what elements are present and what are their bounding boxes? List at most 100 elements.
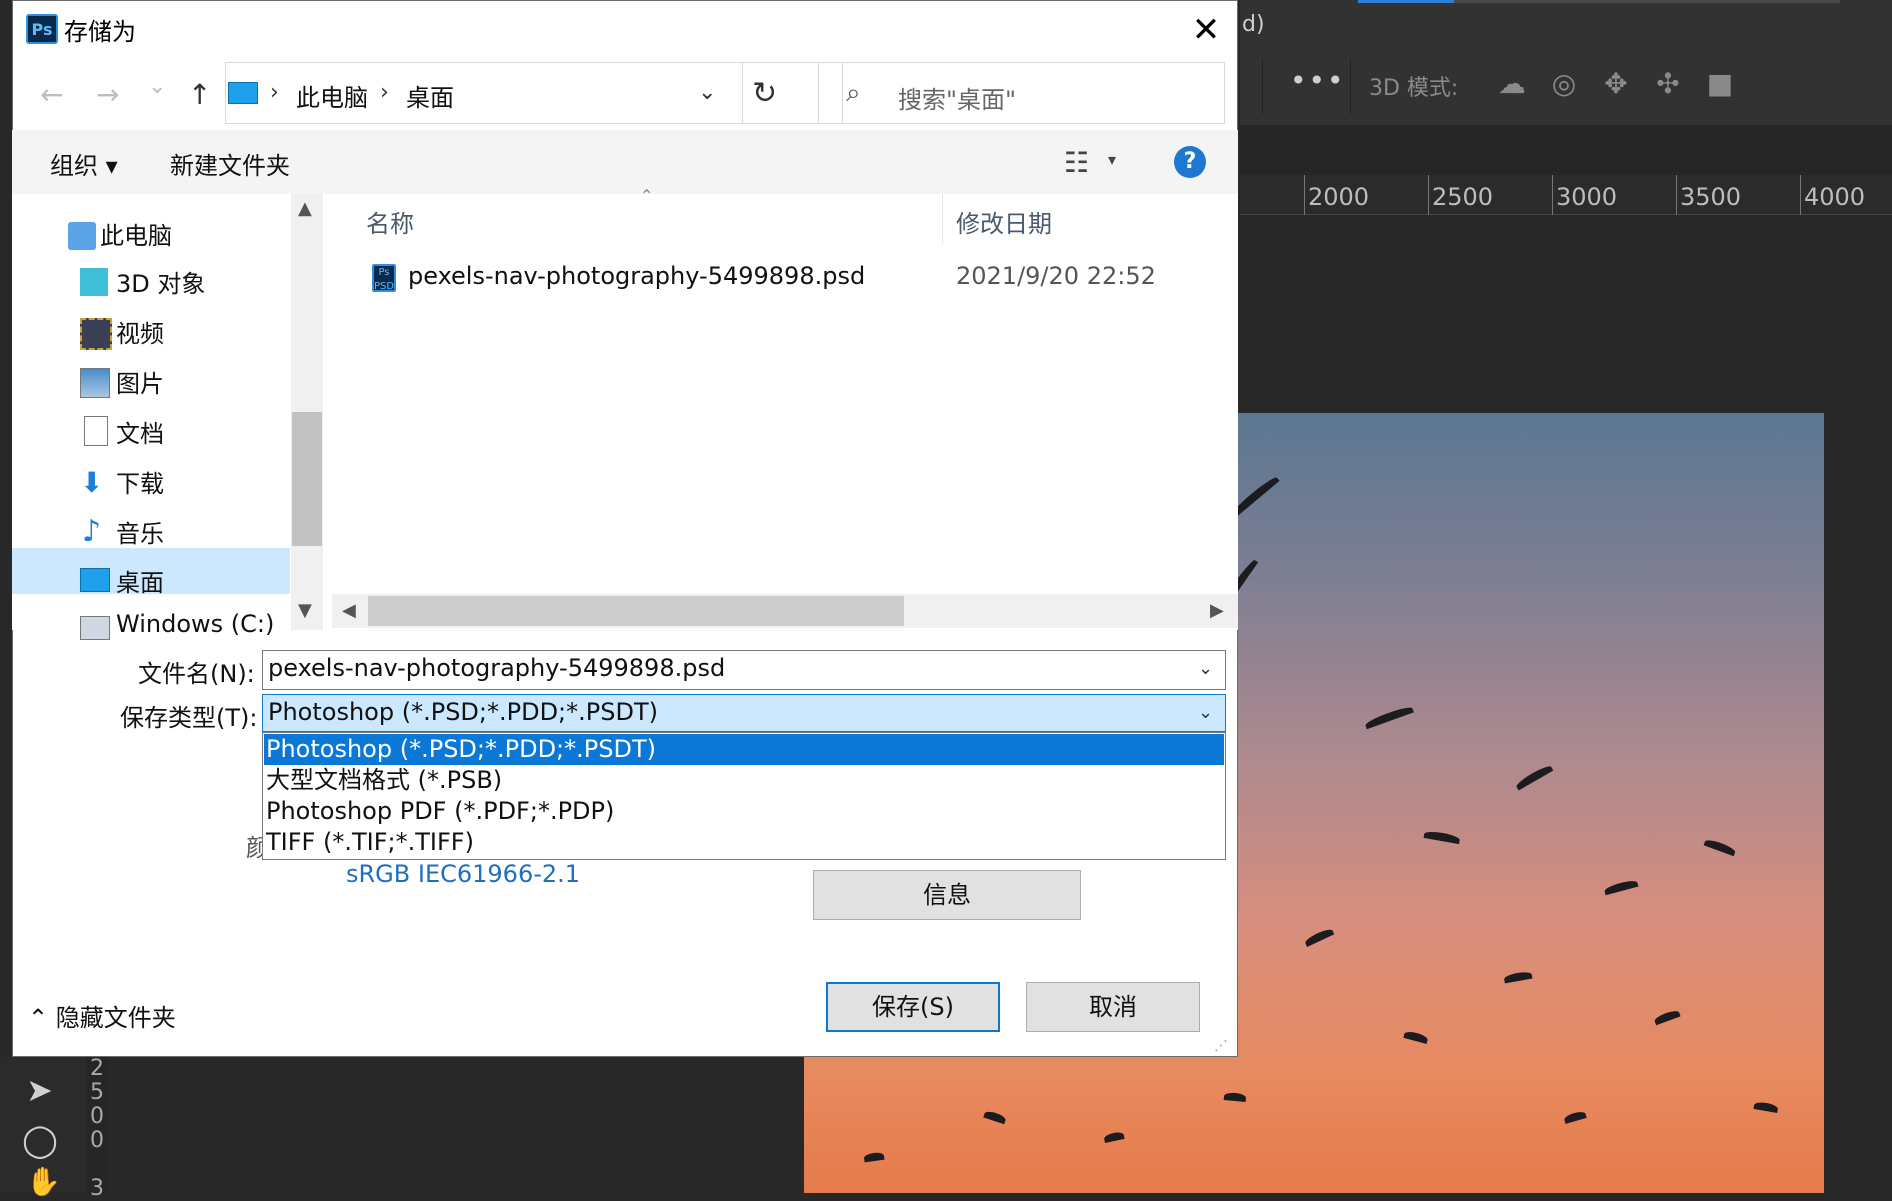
cube-icon xyxy=(80,268,108,296)
drive-icon xyxy=(80,616,110,640)
ps-separator xyxy=(1350,58,1351,114)
desktop-folder-icon xyxy=(228,82,258,104)
sidebar-item-music[interactable]: 音乐 xyxy=(116,514,164,554)
up-arrow-icon[interactable]: ↑ xyxy=(188,78,211,111)
breadcrumb-this-pc[interactable]: 此电脑 xyxy=(296,78,368,113)
ps-options-bar xyxy=(1240,0,1892,125)
info-button[interactable]: 信息 xyxy=(813,870,1081,920)
roll-3d-icon[interactable]: ◎ xyxy=(1546,66,1582,102)
ruler-tick xyxy=(1428,175,1429,215)
photoshop-logo-icon: Ps xyxy=(26,14,58,44)
save-button[interactable]: 保存(S) xyxy=(826,982,1000,1032)
filename-label: 文件名(N): xyxy=(138,660,255,688)
help-icon[interactable]: ? xyxy=(1174,146,1206,178)
vruler-label: 3 xyxy=(90,1176,104,1201)
resize-grip-icon[interactable]: ⋰ xyxy=(1214,1038,1228,1054)
save-type-option[interactable]: Photoshop (*.PSD;*.PDD;*.PSDT) xyxy=(264,734,1224,765)
sidebar-item-3d-objects[interactable]: 3D 对象 xyxy=(116,264,205,304)
organize-menu-button[interactable]: 组织 ▾ xyxy=(50,146,118,181)
scroll-right-icon[interactable]: ▶ xyxy=(1210,600,1224,621)
close-button[interactable]: ✕ xyxy=(1180,8,1232,52)
ps-separator xyxy=(1262,58,1263,114)
breadcrumb-separator-icon[interactable]: › xyxy=(270,80,279,105)
scroll-down-icon[interactable]: ▼ xyxy=(298,600,312,621)
filename-value[interactable]: pexels-nav-photography-5499898.psd xyxy=(268,654,725,682)
hide-folders-toggle[interactable]: ⌃ 隐藏文件夹 xyxy=(28,998,176,1033)
sort-ascending-icon: ⌃ xyxy=(640,186,654,205)
camera-3d-icon[interactable]: ■ xyxy=(1702,66,1738,102)
file-list xyxy=(330,194,1238,630)
drag-3d-icon[interactable]: ✥ xyxy=(1598,66,1634,102)
view-dropdown-icon[interactable]: ▾ xyxy=(1108,150,1116,169)
horizontal-scrollbar-thumb[interactable] xyxy=(368,596,904,626)
ps-3d-mode-label: 3D 模式: xyxy=(1369,76,1459,101)
back-arrow-icon[interactable]: ← xyxy=(40,78,63,111)
search-input[interactable] xyxy=(818,62,1225,124)
ruler-tick xyxy=(1304,175,1305,215)
ruler-tick xyxy=(1800,175,1801,215)
file-row-name[interactable]: pexels-nav-photography-5499898.psd xyxy=(408,262,865,290)
icc-profile-link[interactable]: sRGB IEC61966-2.1 xyxy=(346,860,580,888)
ellipse-tool-icon[interactable]: ◯ xyxy=(22,1121,58,1159)
save-type-label: 保存类型(T): xyxy=(120,704,258,732)
picture-icon xyxy=(80,368,110,398)
arrow-tool-icon[interactable]: ➤ xyxy=(26,1071,53,1109)
column-divider[interactable] xyxy=(942,194,943,244)
sidebar-item-this-pc[interactable]: 此电脑 xyxy=(100,216,172,256)
ruler-label: 2500 xyxy=(1432,183,1494,211)
cancel-button[interactable]: 取消 xyxy=(1026,982,1200,1032)
view-options-icon[interactable]: ☷ xyxy=(1064,146,1089,179)
ruler-tick xyxy=(1552,175,1553,215)
vruler-label: 0 xyxy=(90,1104,104,1129)
scroll-left-icon[interactable]: ◀ xyxy=(342,600,356,621)
vruler-label: 5 xyxy=(90,1080,104,1105)
sidebar-item-windows-c[interactable]: Windows (C:) xyxy=(116,612,274,636)
save-type-option[interactable]: 大型文档格式 (*.PSB) xyxy=(264,765,1224,796)
sidebar-item-pictures[interactable]: 图片 xyxy=(116,364,164,404)
chevron-up-icon: ⌃ xyxy=(28,1004,56,1032)
document-icon xyxy=(84,416,108,446)
sidebar-item-videos[interactable]: 视频 xyxy=(116,314,164,354)
ps-horizontal-ruler: 2000 2500 3000 3500 4000 xyxy=(1240,175,1892,215)
ps-tab-strip xyxy=(1454,0,1840,3)
ps-vertical-ruler: 2 5 0 0 3 xyxy=(86,1056,108,1201)
vruler-label: 0 xyxy=(90,1128,104,1153)
hide-folders-label: 隐藏文件夹 xyxy=(55,1004,176,1032)
nav-scrollbar-thumb[interactable] xyxy=(292,412,322,546)
music-icon: ♪ xyxy=(82,514,102,549)
sidebar-item-downloads[interactable]: 下载 xyxy=(116,464,164,504)
sidebar-item-documents[interactable]: 文档 xyxy=(116,414,164,454)
video-icon xyxy=(80,318,112,350)
ps-document-tabbar xyxy=(1240,125,1892,175)
save-type-dropdown-icon[interactable]: ⌄ xyxy=(1198,702,1213,723)
save-type-option[interactable]: TIFF (*.TIF;*.TIFF) xyxy=(264,827,1224,858)
ruler-label: 3000 xyxy=(1556,183,1618,211)
address-dropdown-chevron-icon[interactable]: ⌄ xyxy=(698,80,716,105)
dialog-title: 存储为 xyxy=(64,18,136,46)
refresh-icon[interactable]: ↻ xyxy=(752,76,777,111)
ps-tab-active-indicator xyxy=(1358,0,1454,3)
ruler-label: 4000 xyxy=(1804,183,1866,211)
ps-file-icon: Ps PSD xyxy=(372,264,396,292)
file-row-date[interactable]: 2021/9/20 22:52 xyxy=(956,262,1156,290)
slide-3d-icon[interactable]: ✣ xyxy=(1650,66,1686,102)
ruler-label: 2000 xyxy=(1308,183,1370,211)
ps-more-button[interactable]: ••• xyxy=(1290,64,1346,97)
recent-locations-chevron-icon[interactable]: ⌄ xyxy=(148,74,166,99)
breadcrumb-desktop[interactable]: 桌面 xyxy=(406,78,454,113)
sidebar-item-desktop[interactable]: 桌面 xyxy=(116,563,164,603)
orbit-3d-icon[interactable]: ☁ xyxy=(1494,66,1530,102)
save-type-option[interactable]: Photoshop PDF (*.PDF;*.PDP) xyxy=(264,796,1224,827)
ruler-tick xyxy=(1676,175,1677,215)
filename-dropdown-icon[interactable]: ⌄ xyxy=(1198,658,1213,679)
hand-tool-icon[interactable]: ✋ xyxy=(26,1165,61,1198)
forward-arrow-icon[interactable]: → xyxy=(96,78,119,111)
vruler-label: 2 xyxy=(90,1056,104,1081)
save-type-value[interactable]: Photoshop (*.PSD;*.PDD;*.PSDT) xyxy=(268,698,658,726)
new-folder-button[interactable]: 新建文件夹 xyxy=(170,146,290,181)
column-header-name[interactable]: 名称 xyxy=(366,204,414,239)
breadcrumb-separator-icon[interactable]: › xyxy=(380,80,389,105)
column-header-date[interactable]: 修改日期 xyxy=(956,204,1052,239)
computer-icon xyxy=(68,222,96,250)
scroll-up-icon[interactable]: ▲ xyxy=(298,198,312,219)
